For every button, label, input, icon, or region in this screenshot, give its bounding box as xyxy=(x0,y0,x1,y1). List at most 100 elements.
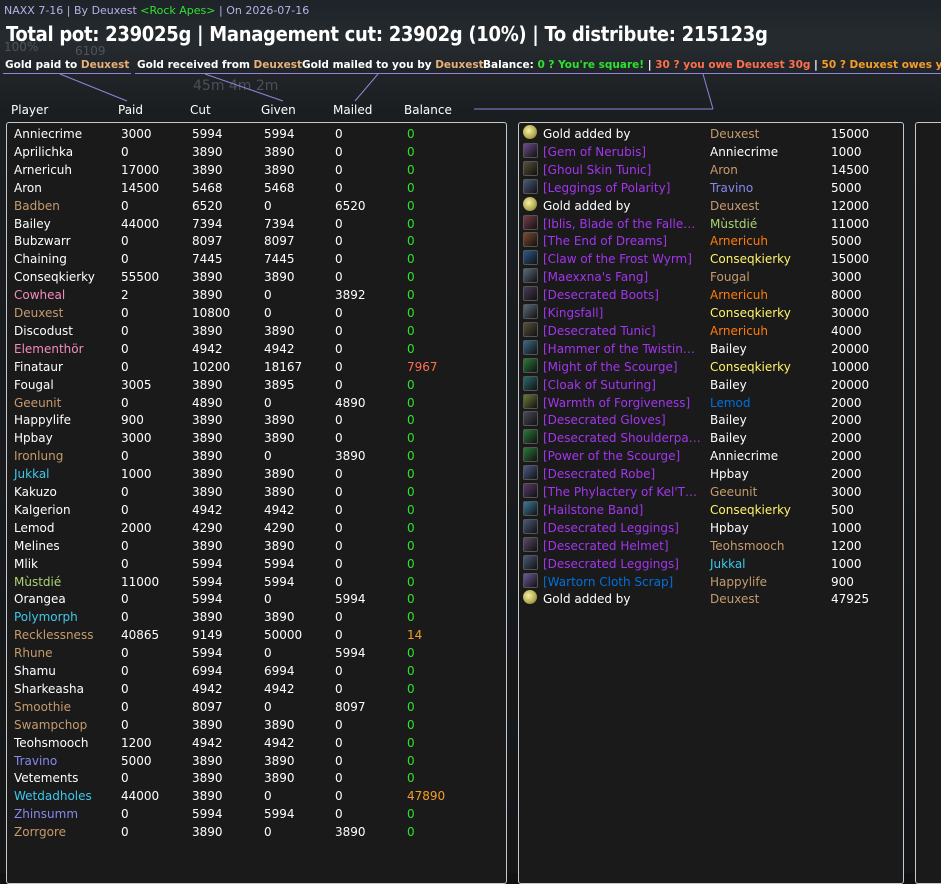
loot-entry[interactable]: [Desecrated Leggings] Hpbay 1000 xyxy=(519,518,899,537)
item-link[interactable]: [Desecrated Shoulderpa… xyxy=(543,429,701,447)
raid-date: On 2026-07-16 xyxy=(226,4,310,17)
item-link[interactable]: [Desecrated Leggings] xyxy=(543,519,679,537)
loot-entry[interactable]: [Desecrated Tunic] Arnericuh 4000 xyxy=(519,321,899,340)
given-cell: 7445 xyxy=(264,252,295,267)
table-row[interactable]: Chaining 0 7445 7445 0 0 xyxy=(7,250,502,268)
table-row[interactable]: Arnericuh 17000 3890 3890 0 0 xyxy=(7,161,502,179)
loot-entry[interactable]: [Gem of Nerubis] Anniecrime 1000 xyxy=(519,142,899,161)
item-link[interactable]: [Wartorn Cloth Scrap] xyxy=(543,573,673,591)
amount-cell: 2000 xyxy=(831,467,862,482)
table-row[interactable]: Ironlung 0 3890 0 3890 0 xyxy=(7,447,502,465)
table-row[interactable]: Lemod 2000 4290 4290 0 0 xyxy=(7,519,502,537)
loot-entry[interactable]: Gold added by Deuxest 47925 xyxy=(519,590,899,608)
table-row[interactable]: Polymorph 0 3890 3890 0 0 xyxy=(7,608,502,626)
item-link[interactable]: [Gem of Nerubis] xyxy=(543,143,646,161)
item-link[interactable]: [Power of the Scourge] xyxy=(543,447,680,465)
table-row[interactable]: Aron 14500 5468 5468 0 0 xyxy=(7,179,502,197)
item-link[interactable]: [Iblis, Blade of the Falle… xyxy=(543,215,695,233)
loot-entry[interactable]: [Leggings of Polarity] Travino 5000 xyxy=(519,178,899,197)
col-header-player: Player xyxy=(11,103,49,117)
table-row[interactable]: Happylife 900 3890 3890 0 0 xyxy=(7,411,502,429)
table-row[interactable]: Mlik 0 5994 5994 0 0 xyxy=(7,555,502,573)
item-link[interactable]: [Desecrated Tunic] xyxy=(543,322,656,340)
table-row[interactable]: Shamu 0 6994 6994 0 0 xyxy=(7,662,502,680)
loot-entry[interactable]: [Wartorn Cloth Scrap] Happylife 900 xyxy=(519,572,899,591)
item-link[interactable]: [Desecrated Leggings] xyxy=(543,555,679,573)
item-link[interactable]: [Maexxna's Fang] xyxy=(543,268,648,286)
table-row[interactable]: Geeunit 0 4890 0 4890 0 xyxy=(7,394,502,412)
item-link[interactable]: [Ghoul Skin Tunic] xyxy=(543,161,651,179)
item-link[interactable]: [Cloak of Suturing] xyxy=(543,376,656,394)
table-row[interactable]: Deuxest 0 10800 0 0 0 xyxy=(7,304,502,322)
loot-entry[interactable]: [Hailstone Band] Conseqkierky 500 xyxy=(519,500,899,519)
item-link[interactable]: [Hailstone Band] xyxy=(543,501,643,519)
item-link[interactable]: [Hammer of the Twistin… xyxy=(543,340,695,358)
loot-entry[interactable]: [Desecrated Helmet] Teohsmooch 1200 xyxy=(519,536,899,555)
loot-entry[interactable]: [Claw of the Frost Wyrm] Conseqkierky 1500… xyxy=(519,250,899,268)
loot-entry[interactable]: Gold added by Deuxest 12000 xyxy=(519,196,899,215)
loot-entry[interactable]: [Cloak of Suturing] Bailey 20000 xyxy=(519,375,899,394)
table-row[interactable]: Zorrgore 0 3890 0 3890 0 xyxy=(7,823,502,841)
item-link[interactable]: [Desecrated Helmet] xyxy=(543,537,669,555)
loot-entry[interactable]: [Hammer of the Twistin… Bailey 20000 xyxy=(519,339,899,358)
table-row[interactable]: Zhinsumm 0 5994 5994 0 0 xyxy=(7,805,502,823)
table-row[interactable]: Anniecrime 3000 5994 5994 0 0 xyxy=(7,125,502,143)
loot-entry[interactable]: [Iblis, Blade of the Falle… Mùstdié 11000 xyxy=(519,214,899,233)
table-row[interactable]: Aprilichka 0 3890 3890 0 0 xyxy=(7,143,502,161)
item-link[interactable]: [The Phylactery of Kel'T… xyxy=(543,483,697,501)
item-link[interactable]: [Desecrated Gloves] xyxy=(543,411,666,429)
table-row[interactable]: Badben 0 6520 0 6520 0 xyxy=(7,197,502,215)
table-row[interactable]: Conseqkierky 55500 3890 3890 0 0 xyxy=(7,268,502,286)
table-row[interactable]: Recklessness 40865 9149 50000 0 14 xyxy=(7,626,502,644)
loot-entry[interactable]: [The Phylactery of Kel'T… Geeunit 3000 xyxy=(519,483,899,501)
table-row[interactable]: Vetements 0 3890 3890 0 0 xyxy=(7,769,502,787)
table-row[interactable]: Bubzwarr 0 8097 8097 0 0 xyxy=(7,232,502,250)
item-link[interactable]: [Claw of the Frost Wyrm] xyxy=(543,250,692,268)
table-row[interactable]: Swampchop 0 3890 3890 0 0 xyxy=(7,716,502,734)
table-row[interactable]: Kalgerion 0 4942 4942 0 0 xyxy=(7,501,502,519)
amount-cell: 5000 xyxy=(831,180,862,195)
loot-entry[interactable]: [Ghoul Skin Tunic] Aron 14500 xyxy=(519,160,899,179)
table-row[interactable]: Teohsmooch 1200 4942 4942 0 0 xyxy=(7,734,502,752)
item-link[interactable]: [Warmth of Forgiveness] xyxy=(543,394,690,412)
loot-entry[interactable]: [Warmth of Forgiveness] Lemod 2000 xyxy=(519,393,899,412)
table-row[interactable]: Sharkeasha 0 4942 4942 0 0 xyxy=(7,680,502,698)
table-row[interactable]: Travino 5000 3890 3890 0 0 xyxy=(7,752,502,770)
loot-entry[interactable]: [Desecrated Leggings] Jukkal 1000 xyxy=(519,554,899,573)
table-row[interactable]: Elementhör 0 4942 4942 0 0 xyxy=(7,340,502,358)
item-link[interactable]: [Desecrated Robe] xyxy=(543,465,655,483)
item-link[interactable]: [The End of Dreams] xyxy=(543,232,667,250)
loot-entry[interactable]: [Kingsfall] Conseqkierky 30000 xyxy=(519,304,899,322)
loot-entry[interactable]: [Power of the Scourge] Anniecrime 2000 xyxy=(519,447,899,465)
loot-entry[interactable]: [Desecrated Boots] Arnericuh 8000 xyxy=(519,286,899,304)
balance-cell: 0 xyxy=(407,699,415,714)
table-row[interactable]: Finataur 0 10200 18167 0 7967 xyxy=(7,358,502,376)
loot-entry[interactable]: [Might of the Scourge] Conseqkierky 10000 xyxy=(519,357,899,376)
table-row[interactable]: Rhune 0 5994 0 5994 0 xyxy=(7,644,502,662)
claw-icon xyxy=(523,250,538,266)
table-row[interactable]: Fougal 3005 3890 3895 0 0 xyxy=(7,376,502,394)
loot-entry[interactable]: [The End of Dreams] Arnericuh 5000 xyxy=(519,232,899,250)
table-row[interactable]: Jukkal 1000 3890 3890 0 0 xyxy=(7,465,502,483)
table-row[interactable]: Kakuzo 0 3890 3890 0 0 xyxy=(7,483,502,501)
cut-cell: 5994 xyxy=(192,127,223,141)
item-link[interactable]: [Desecrated Boots] xyxy=(543,286,659,304)
loot-entry[interactable]: Gold added by Deuxest 15000 xyxy=(519,125,899,143)
item-link[interactable]: [Leggings of Polarity] xyxy=(543,179,670,197)
item-link[interactable]: [Kingsfall] xyxy=(543,304,603,322)
table-row[interactable]: Melines 0 3890 3890 0 0 xyxy=(7,537,502,555)
table-row[interactable]: Orangea 0 5994 0 5994 0 xyxy=(7,590,502,608)
table-row[interactable]: Mùstdié 11000 5994 5994 0 0 xyxy=(7,573,502,591)
loot-entry[interactable]: [Maexxna's Fang] Fougal 3000 xyxy=(519,268,899,286)
cut-cell: 3890 xyxy=(192,825,223,840)
loot-entry[interactable]: [Desecrated Robe] Hpbay 2000 xyxy=(519,465,899,483)
loot-entry[interactable]: [Desecrated Gloves] Bailey 2000 xyxy=(519,411,899,429)
table-row[interactable]: Discodust 0 3890 3890 0 0 xyxy=(7,322,502,340)
table-row[interactable]: Hpbay 3000 3890 3890 0 0 xyxy=(7,429,502,447)
table-row[interactable]: Bailey 44000 7394 7394 0 0 xyxy=(7,215,502,233)
table-row[interactable]: Wetdadholes 44000 3890 0 0 47890 xyxy=(7,787,502,805)
table-row[interactable]: Cowheal 2 3890 0 3892 0 xyxy=(7,286,502,304)
table-row[interactable]: Smoothie 0 8097 0 8097 0 xyxy=(7,698,502,716)
loot-entry[interactable]: [Desecrated Shoulderpa… Bailey 2000 xyxy=(519,429,899,447)
item-link[interactable]: [Might of the Scourge] xyxy=(543,358,678,376)
